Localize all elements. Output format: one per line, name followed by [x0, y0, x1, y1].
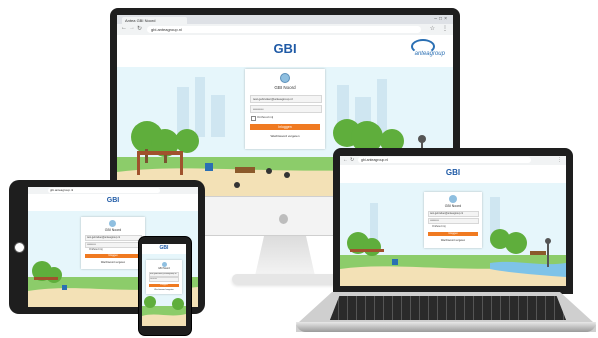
phone-password-field[interactable]: ••••••••••: [149, 277, 179, 282]
laptop-remember-label: Onthoud mij: [432, 225, 446, 228]
globe-icon: [280, 73, 290, 83]
laptop-back-icon[interactable]: ←: [343, 157, 348, 163]
browser-tab-bar: Antea GBI Noord –□×: [117, 15, 453, 24]
login-heading: GBI Noord: [274, 85, 296, 90]
laptop-login-card: GBI Noord test.gebruiker@anteagroup.nl •…: [424, 192, 482, 248]
tablet-remember-label: Onthoud mij: [89, 248, 103, 251]
monitor-foot: [232, 274, 338, 284]
phone-app-header: GBI: [142, 244, 186, 254]
window-controls-icon[interactable]: –□×: [434, 16, 449, 22]
tablet-address-bar[interactable]: gbi.anteagroup.nl: [48, 188, 160, 193]
logo-wordmark: anteagroup: [414, 51, 445, 57]
tablet-app-header: GBI: [28, 194, 198, 211]
laptop-app-header: GBI: [340, 165, 566, 183]
star-icon[interactable]: ☆: [430, 25, 435, 32]
laptop-login-heading: GBI Noord: [444, 204, 462, 208]
browser-tab[interactable]: Antea GBI Noord: [122, 17, 187, 24]
username-field[interactable]: test.gebruiker@anteagroup.nl: [250, 95, 322, 103]
tablet-globe-icon: [109, 220, 116, 227]
tablet-login-heading: GBI Noord: [104, 228, 122, 232]
laptop-screen: ← ↻ gbi.anteagroup.nl ⋮ GBI GBI Noord te…: [340, 156, 566, 286]
apple-logo-icon: [279, 214, 288, 224]
phone-login-button[interactable]: Inloggen: [149, 284, 179, 287]
tablet-home-button-icon[interactable]: [14, 242, 25, 253]
laptop-page-title: GBI: [445, 168, 461, 177]
laptop-front-edge: [296, 322, 596, 332]
tablet-username-field[interactable]: test.gebruiker@anteagroup.nl: [85, 235, 142, 241]
laptop-username-field[interactable]: test.gebruiker@anteagroup.nl: [428, 211, 479, 217]
remember-checkbox[interactable]: [251, 116, 256, 121]
laptop-globe-icon: [449, 195, 457, 203]
phone-page-title: GBI: [159, 245, 169, 251]
tablet-page-title: GBI: [106, 197, 120, 204]
laptop-reload-icon[interactable]: ↻: [350, 157, 354, 163]
forgot-password-link[interactable]: Wachtwoord vergeten: [245, 134, 325, 138]
phone-login-card: GBI Noord test.gebruiker@anteagroup.nl •…: [146, 260, 182, 294]
login-card: GBI Noord test.gebruiker@anteagroup.nl •…: [245, 69, 325, 149]
laptop-forgot-password-link[interactable]: Wachtwoord vergeten: [424, 239, 482, 242]
remember-label: Onthoud mij: [257, 115, 274, 119]
app-header: GBI anteagroup: [117, 35, 453, 67]
laptop-password-field[interactable]: ••••••••••: [428, 218, 479, 224]
forward-icon[interactable]: →: [129, 25, 135, 31]
monitor-stand: [255, 236, 315, 276]
reload-icon[interactable]: ↻: [137, 25, 142, 32]
password-field[interactable]: ••••••••••: [250, 105, 322, 113]
back-icon[interactable]: ←: [121, 25, 127, 31]
laptop-address-bar[interactable]: gbi.anteagroup.nl: [358, 157, 531, 163]
address-bar[interactable]: gbi.anteagroup.nl: [147, 26, 421, 33]
tablet-login-card: GBI Noord test.gebruiker@anteagroup.nl •…: [81, 217, 145, 269]
login-button[interactable]: Inloggen: [250, 124, 320, 130]
laptop-menu-icon[interactable]: ⋮: [557, 157, 562, 163]
phone-forgot-password-link[interactable]: Wachtwoord vergeten: [146, 289, 182, 291]
tablet-login-button[interactable]: Inloggen: [85, 254, 141, 258]
phone-screen: GBI GBI Noord test.gebruiker@anteagroup.…: [142, 244, 186, 326]
tablet-forgot-password-link[interactable]: Wachtwoord vergeten: [81, 261, 145, 264]
page-title: GBI: [273, 41, 297, 56]
laptop-keyboard: [330, 296, 566, 320]
laptop-login-button[interactable]: Inloggen: [428, 232, 478, 236]
menu-icon[interactable]: ⋮: [442, 25, 448, 32]
phone-login-heading: GBI Noord: [158, 267, 170, 270]
